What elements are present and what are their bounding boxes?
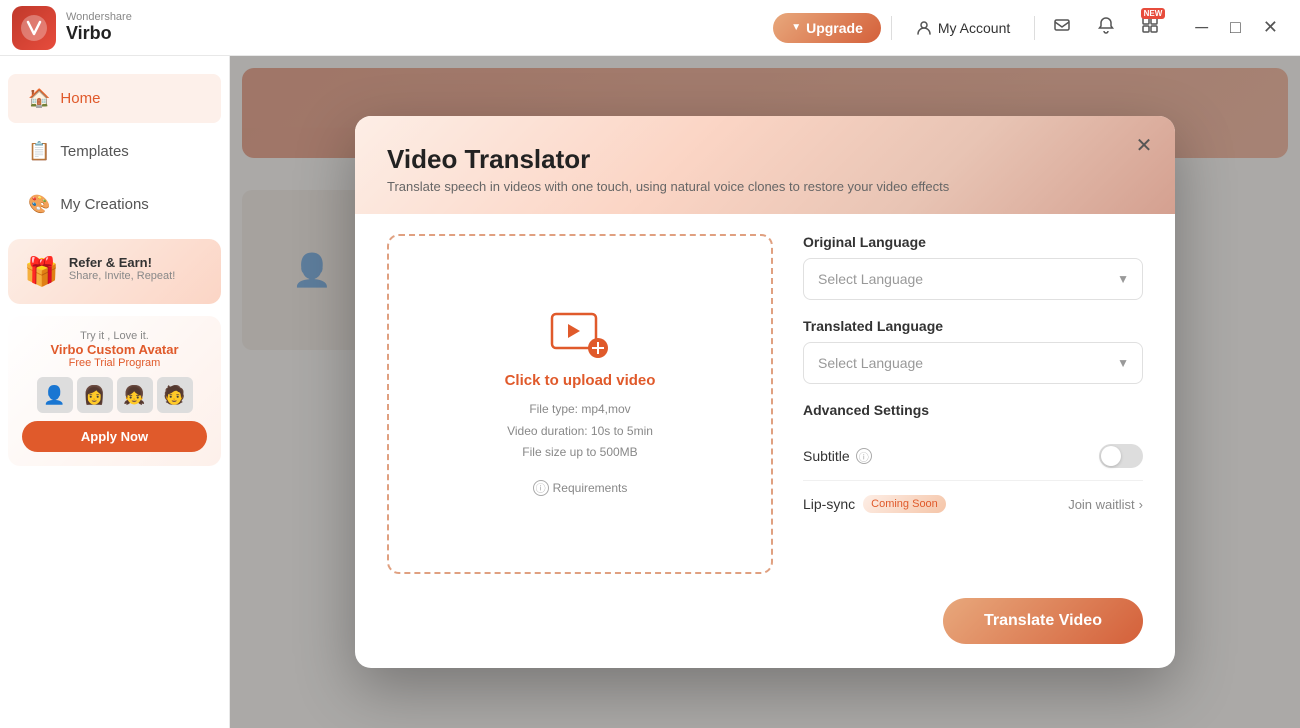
app-name-label: Virbo <box>66 23 132 44</box>
app-logo-icon <box>12 6 56 50</box>
lipsync-label: Lip-sync <box>803 496 855 512</box>
sidebar-item-home-label: Home <box>60 90 100 107</box>
lipsync-row: Lip-sync Coming Soon Join waitlist › <box>803 481 1143 527</box>
advanced-settings-label: Advanced Settings <box>803 402 1143 418</box>
upload-video-icon <box>550 312 610 358</box>
modal-overlay: Video Translator Translate speech in vid… <box>230 56 1300 728</box>
upgrade-button[interactable]: Upgrade <box>773 13 881 43</box>
modal-subtitle: Translate speech in videos with one touc… <box>387 179 1143 194</box>
main-layout: 🏠 Home 📋 Templates 🎨 My Creations 🎁 Refe… <box>0 56 1300 728</box>
modal-header: Video Translator Translate speech in vid… <box>355 116 1175 214</box>
creations-icon: 🎨 <box>28 194 50 215</box>
original-language-dropdown-wrapper: Select Language ▼ <box>803 258 1143 300</box>
minimize-button[interactable]: ─ <box>1185 13 1218 42</box>
promo-try-label: Try it , Love it. <box>22 330 207 342</box>
grid-icon-button[interactable]: NEW <box>1133 12 1167 43</box>
home-icon: 🏠 <box>28 88 50 109</box>
translated-language-label: Translated Language <box>803 318 1143 334</box>
sidebar-item-templates[interactable]: 📋 Templates <box>8 127 221 176</box>
subtitle-toggle[interactable] <box>1099 444 1143 468</box>
subtitle-info-icon[interactable]: ⓘ <box>856 448 872 464</box>
promo-thumb-3: 👧 <box>117 377 153 413</box>
right-panel: Original Language Select Language ▼ Tran… <box>803 234 1143 574</box>
app-logo-area: Wondershare Virbo <box>12 6 132 50</box>
coming-soon-badge: Coming Soon <box>863 495 946 513</box>
subtitle-label: Subtitle <box>803 448 850 464</box>
sidebar: 🏠 Home 📋 Templates 🎨 My Creations 🎁 Refe… <box>0 56 230 728</box>
user-icon <box>916 20 932 36</box>
gift-icon: 🎁 <box>24 255 59 288</box>
promo-title: Virbo Custom Avatar <box>22 342 207 357</box>
refer-subtitle: Share, Invite, Repeat! <box>69 270 175 282</box>
info-circle-icon: ⓘ <box>533 480 549 496</box>
modal-title: Video Translator <box>387 144 1143 175</box>
refer-title: Refer & Earn! <box>69 255 175 270</box>
translated-language-dropdown-wrapper: Select Language ▼ <box>803 342 1143 384</box>
join-waitlist-label: Join waitlist <box>1068 497 1134 512</box>
promo-desc: Free Trial Program <box>22 357 207 369</box>
sidebar-item-my-creations[interactable]: 🎨 My Creations <box>8 180 221 229</box>
translate-video-button[interactable]: Translate Video <box>943 598 1143 644</box>
titlebar-actions: Upgrade My Account NEW <box>773 12 1288 43</box>
mail-icon <box>1053 16 1071 34</box>
promo-thumb-1: 👤 <box>37 377 73 413</box>
templates-icon: 📋 <box>28 141 50 162</box>
modal-body: Click to upload video File type: mp4,mov… <box>355 214 1175 598</box>
bell-icon <box>1097 16 1115 34</box>
notification-icon-button[interactable] <box>1089 12 1123 43</box>
sidebar-bottom: 🎁 Refer & Earn! Share, Invite, Repeat! T… <box>0 239 229 466</box>
join-waitlist-button[interactable]: Join waitlist › <box>1068 497 1143 512</box>
sidebar-item-templates-label: Templates <box>60 143 128 160</box>
apply-now-button[interactable]: Apply Now <box>22 421 207 452</box>
divider2 <box>1034 16 1035 40</box>
new-badge: NEW <box>1141 8 1166 19</box>
original-language-select[interactable]: Select Language <box>803 258 1143 300</box>
brand-label: Wondershare <box>66 11 132 23</box>
upload-file-size: File size up to 500MB <box>507 442 653 464</box>
original-language-label: Original Language <box>803 234 1143 250</box>
requirements-label: Requirements <box>553 481 628 495</box>
promo-thumb-2: 👩 <box>77 377 113 413</box>
my-account-button[interactable]: My Account <box>902 13 1024 43</box>
video-translator-modal: Video Translator Translate speech in vid… <box>355 116 1175 668</box>
close-button[interactable]: ✕ <box>1253 13 1288 42</box>
requirements-link[interactable]: ⓘ Requirements <box>533 480 628 496</box>
mail-icon-button[interactable] <box>1045 12 1079 43</box>
promo-card: Try it , Love it. Virbo Custom Avatar Fr… <box>8 316 221 466</box>
content-area: 👤 👩 👩‍💼 👦 👩‍🦱 👩 Video Translator Transla… <box>230 56 1300 728</box>
window-controls: ─ □ ✕ <box>1185 13 1288 42</box>
titlebar: Wondershare Virbo Upgrade My Account <box>0 0 1300 56</box>
modal-close-button[interactable]: ✕ <box>1129 130 1159 160</box>
lipsync-label-group: Lip-sync Coming Soon <box>803 495 946 513</box>
upload-area[interactable]: Click to upload video File type: mp4,mov… <box>387 234 773 574</box>
promo-thumbnails: 👤 👩 👧 🧑 <box>22 377 207 413</box>
app-name: Wondershare Virbo <box>66 11 132 44</box>
divider <box>891 16 892 40</box>
translated-language-select[interactable]: Select Language <box>803 342 1143 384</box>
upload-duration: Video duration: 10s to 5min <box>507 421 653 443</box>
upload-click-text: Click to upload video <box>505 372 656 389</box>
subtitle-label-group: Subtitle ⓘ <box>803 448 872 464</box>
chevron-right-icon: › <box>1139 497 1143 512</box>
subtitle-row: Subtitle ⓘ <box>803 432 1143 481</box>
upload-info: File type: mp4,mov Video duration: 10s t… <box>507 399 653 464</box>
sidebar-item-home[interactable]: 🏠 Home <box>8 74 221 123</box>
promo-thumb-4: 🧑 <box>157 377 193 413</box>
maximize-button[interactable]: □ <box>1220 13 1251 42</box>
refer-card[interactable]: 🎁 Refer & Earn! Share, Invite, Repeat! <box>8 239 221 304</box>
translate-btn-wrapper: Translate Video <box>355 598 1175 668</box>
upload-file-type: File type: mp4,mov <box>507 399 653 421</box>
sidebar-item-creations-label: My Creations <box>60 196 148 213</box>
refer-card-text: Refer & Earn! Share, Invite, Repeat! <box>69 255 175 282</box>
